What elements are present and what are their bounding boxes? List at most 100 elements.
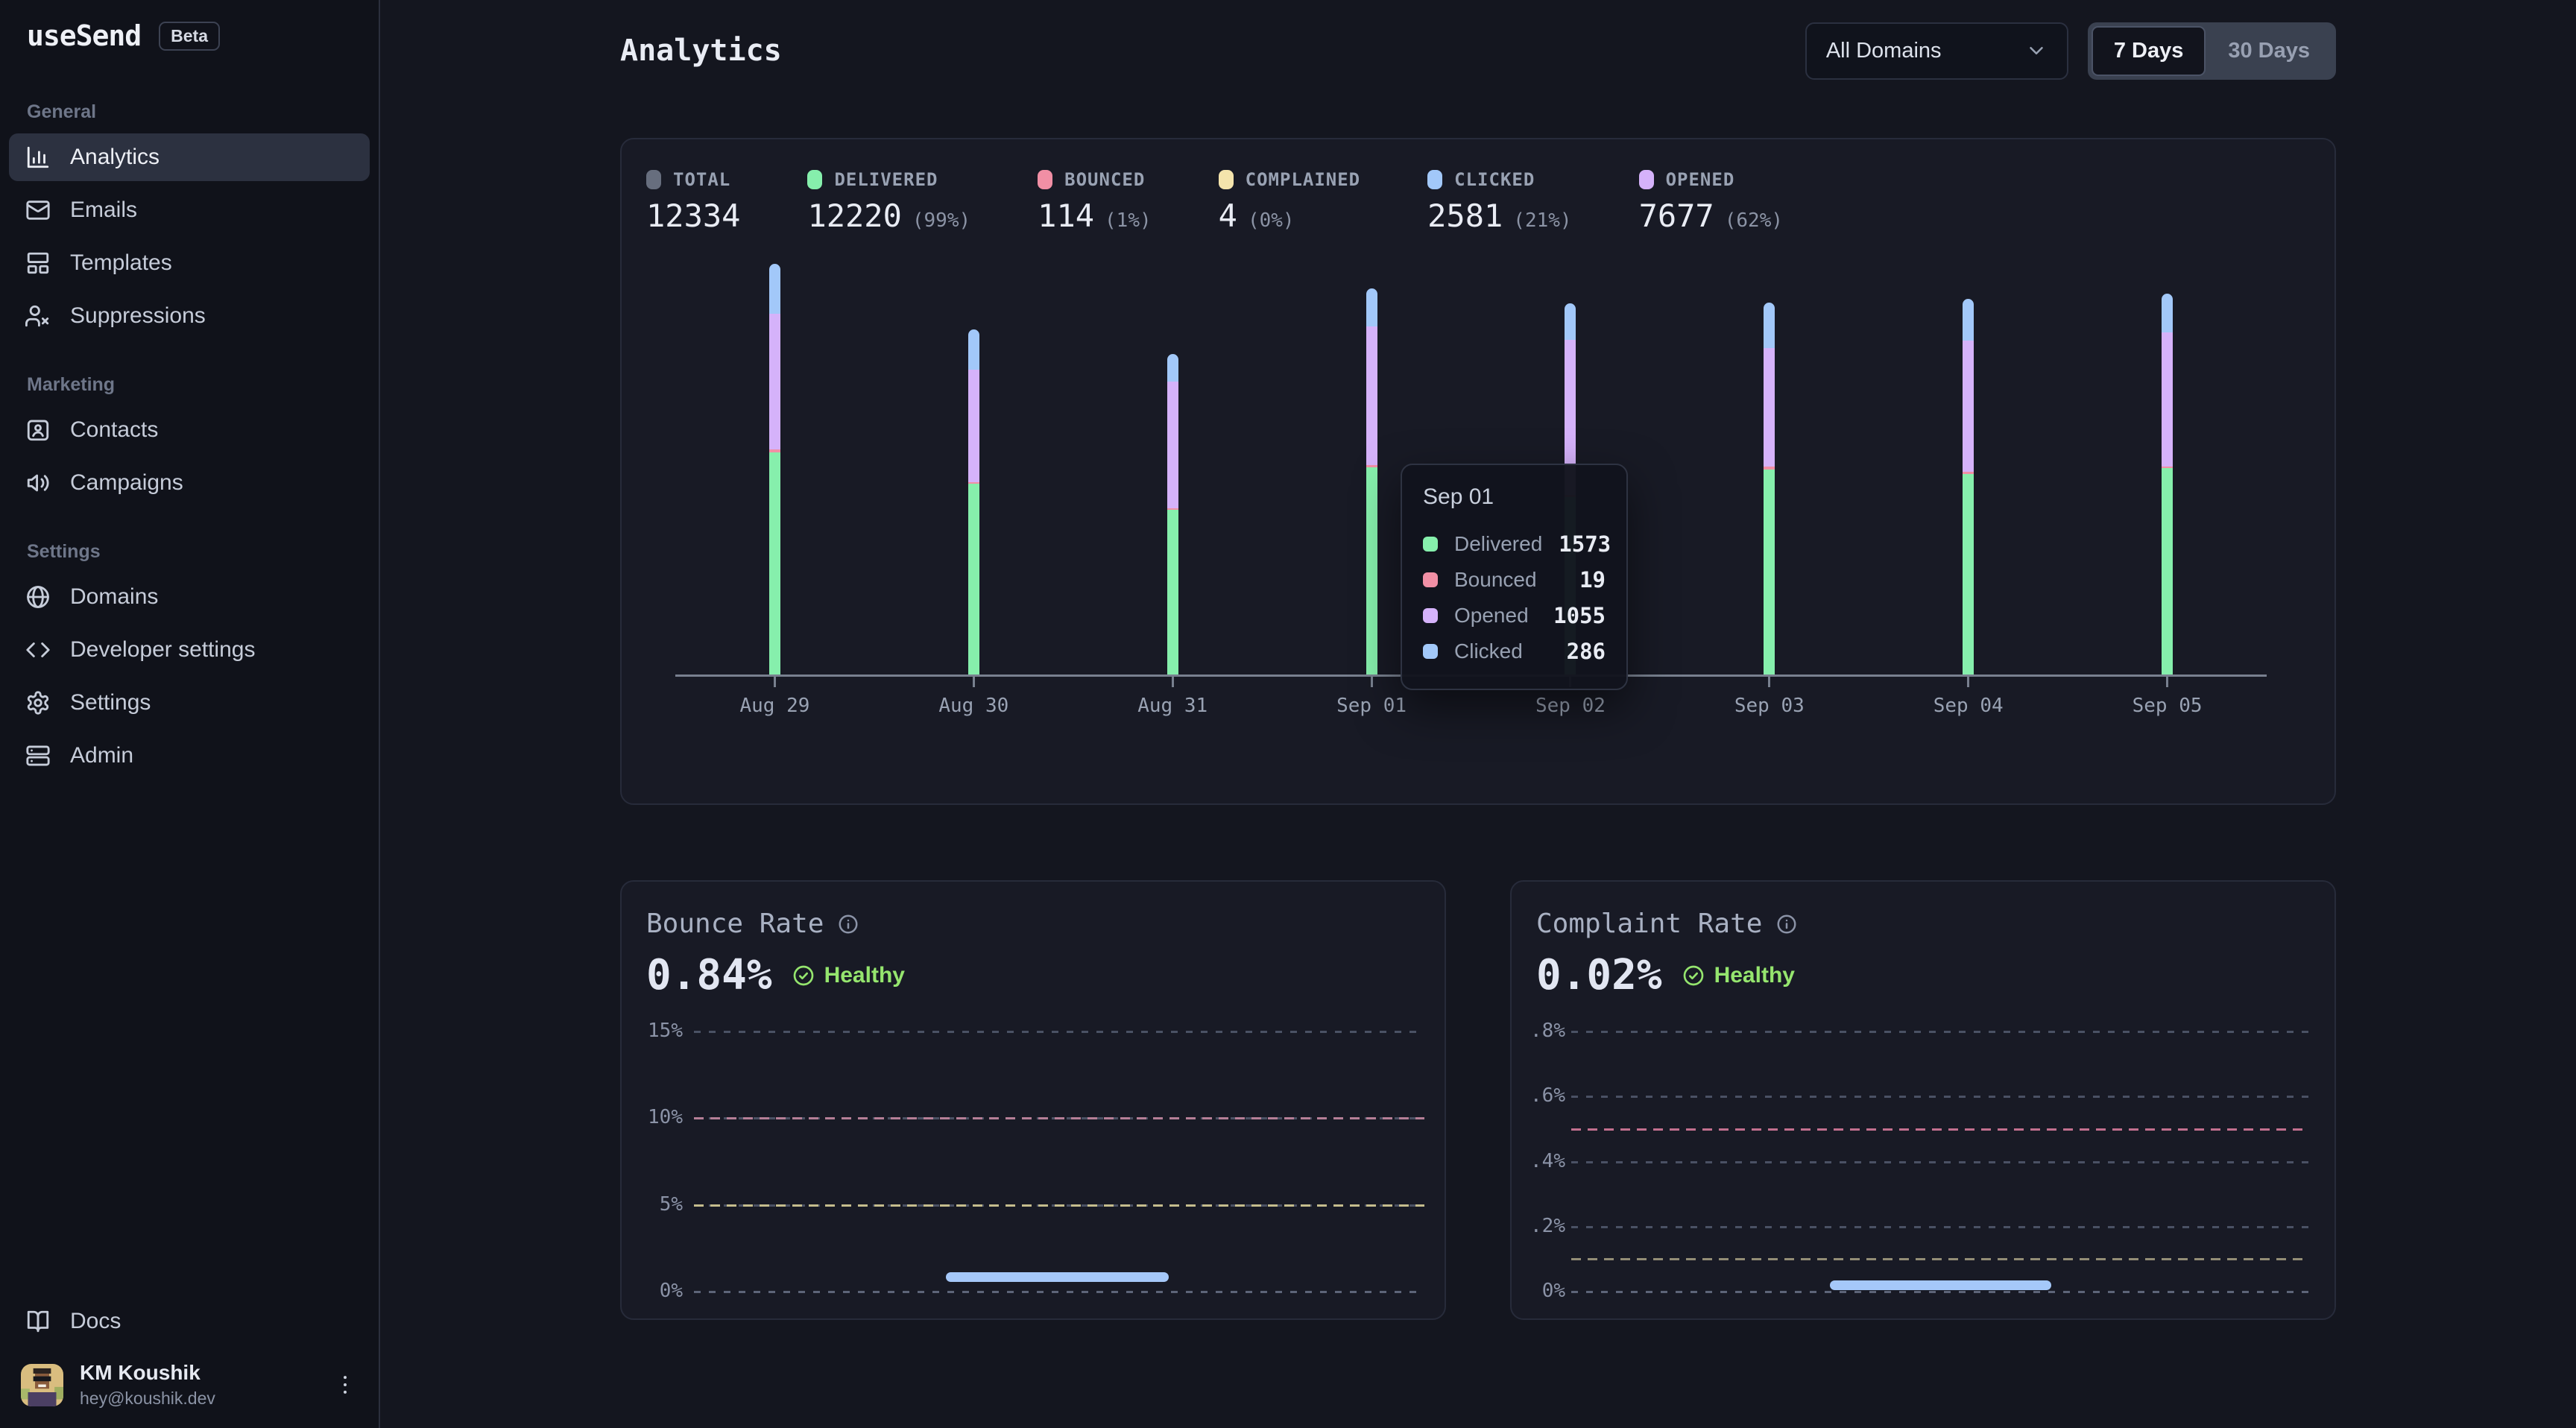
bar-sep-05[interactable]	[2162, 294, 2173, 674]
sidebar-item-developer-settings[interactable]: Developer settings	[9, 626, 370, 674]
sidebar-item-domains[interactable]: Domains	[9, 573, 370, 621]
gridline	[1571, 1291, 2309, 1293]
stat-color-dot	[1639, 170, 1654, 189]
bar-segment-clicked	[1167, 354, 1178, 382]
nav-section-settings: Settings Domains Developer settings Setting…	[9, 541, 370, 780]
sidebar-nav: GeneralAnalyticsEmailsTemplatesSuppressi…	[9, 52, 370, 785]
tooltip-label: Bounced	[1454, 568, 1537, 592]
header-controls: All Domains 7 Days 30 Days	[1805, 22, 2336, 80]
complaint-rate-line	[1830, 1280, 2051, 1290]
sidebar-item-templates[interactable]: Templates	[9, 239, 370, 287]
bar-aug-30[interactable]	[968, 329, 979, 674]
bar-segment-opened	[1366, 326, 1377, 465]
range-toggle: 7 Days 30 Days	[2088, 22, 2336, 80]
code-icon	[25, 637, 51, 663]
complaint-rate-value: 0.02%	[1536, 951, 1662, 999]
tooltip-color-dot	[1423, 572, 1438, 587]
sidebar-item-contacts[interactable]: Contacts	[9, 406, 370, 454]
gear-icon	[25, 690, 51, 715]
stat-percent: (1%)	[1105, 209, 1152, 232]
sidebar-item-label: Templates	[70, 250, 172, 276]
range-30-days-button[interactable]: 30 Days	[2206, 26, 2332, 76]
sidebar-item-suppressions[interactable]: Suppressions	[9, 292, 370, 340]
x-axis-label: Aug 31	[1109, 695, 1236, 717]
avatar	[21, 1364, 63, 1406]
y-axis-label: 0%	[1512, 1280, 1565, 1302]
sidebar-item-analytics[interactable]: Analytics	[9, 133, 370, 181]
bar-segment-bounced	[1963, 472, 1974, 474]
y-axis-label: 0%	[622, 1280, 683, 1302]
domain-select-value: All Domains	[1826, 39, 1942, 63]
bar-aug-29[interactable]	[769, 264, 780, 674]
complaint-rate-header: Complaint Rate	[1512, 882, 2334, 939]
bar-aug-31[interactable]	[1167, 354, 1178, 674]
complaint-status-label: Healthy	[1714, 963, 1795, 988]
stat-header: COMPLAINED	[1219, 169, 1361, 190]
contact-icon	[25, 417, 51, 443]
tooltip-label: Delivered	[1454, 532, 1542, 556]
sidebar-item-admin[interactable]: Admin	[9, 732, 370, 780]
stat-value: 12334	[646, 198, 740, 234]
gridline	[1571, 1096, 2309, 1098]
bounce-rate-value-row: 0.84% Healthy	[622, 939, 1445, 999]
sidebar-item-emails[interactable]: Emails	[9, 186, 370, 234]
stat-percent: (0%)	[1248, 209, 1295, 232]
sidebar-item-label: Contacts	[70, 417, 158, 443]
stat-complained: COMPLAINED4(0%)	[1219, 169, 1361, 234]
range-7-days-button[interactable]: 7 Days	[2092, 26, 2206, 76]
topbar: Analytics All Domains 7 Days 30 Days	[620, 21, 2336, 80]
stat-color-dot	[1219, 170, 1234, 189]
complaint-status-badge: Healthy	[1682, 963, 1795, 988]
sidebar-item-label: Settings	[70, 690, 151, 715]
bar-sep-01[interactable]	[1366, 288, 1377, 674]
tooltip-value: 1055	[1553, 603, 1606, 628]
sidebar-item-docs[interactable]: Docs	[9, 1298, 370, 1345]
x-axis-label: Aug 29	[711, 695, 838, 717]
complaint-rate-value-row: 0.02% Healthy	[1512, 939, 2334, 999]
bar-segment-opened	[2162, 332, 2173, 467]
tooltip-value: 19	[1579, 567, 1606, 593]
y-axis-label: 15%	[622, 1020, 683, 1042]
domain-select[interactable]: All Domains	[1805, 22, 2068, 80]
x-axis-tick	[1172, 677, 1174, 687]
bar-segment-bounced	[968, 482, 979, 484]
user-profile[interactable]: KM Koushik hey@koushik.dev	[9, 1350, 370, 1413]
stat-value: 114(1%)	[1038, 198, 1151, 234]
sidebar-item-settings[interactable]: Settings	[9, 679, 370, 727]
stat-color-dot	[1038, 170, 1052, 189]
info-icon[interactable]	[837, 913, 859, 935]
complaint-rate-title: Complaint Rate	[1536, 909, 1762, 939]
stat-bounced: BOUNCED114(1%)	[1038, 169, 1151, 234]
stat-header: DELIVERED	[807, 169, 970, 190]
bar-segment-bounced	[769, 449, 780, 452]
tooltip-row-opened: Opened 1055	[1423, 598, 1606, 634]
nav-section-label: Settings	[27, 541, 352, 563]
x-axis-tick	[774, 677, 776, 687]
info-icon[interactable]	[1775, 913, 1798, 935]
sidebar-item-label: Analytics	[70, 145, 160, 170]
chevron-down-icon	[2025, 40, 2048, 62]
tooltip-label: Opened	[1454, 604, 1529, 628]
tooltip-label: Clicked	[1454, 639, 1523, 663]
bar-sep-04[interactable]	[1963, 299, 1974, 674]
sidebar-item-label: Admin	[70, 743, 133, 768]
stat-color-dot	[1427, 170, 1442, 189]
profile-menu-button[interactable]	[332, 1372, 358, 1397]
bar-sep-03[interactable]	[1764, 303, 1775, 674]
bar-segment-clicked	[1366, 288, 1377, 326]
bar-segment-clicked	[1963, 299, 1974, 341]
bounce-status-badge: Healthy	[792, 963, 905, 988]
threshold-line	[694, 1204, 1424, 1207]
bounce-rate-header: Bounce Rate	[622, 882, 1445, 939]
bar-segment-opened	[1963, 341, 1974, 473]
tooltip-value: 286	[1567, 639, 1606, 664]
tooltip-row-clicked: Clicked 286	[1423, 634, 1606, 669]
sidebar-item-campaigns[interactable]: Campaigns	[9, 459, 370, 507]
bar-chart-icon	[25, 145, 51, 170]
app-logo: useSend	[27, 19, 141, 52]
bar-segment-bounced	[1764, 467, 1775, 469]
threshold-line	[1571, 1258, 2309, 1260]
bar-segment-bounced	[2162, 467, 2173, 468]
nav-section-marketing: MarketingContactsCampaigns	[9, 374, 370, 507]
sidebar-item-label: Suppressions	[70, 303, 206, 329]
